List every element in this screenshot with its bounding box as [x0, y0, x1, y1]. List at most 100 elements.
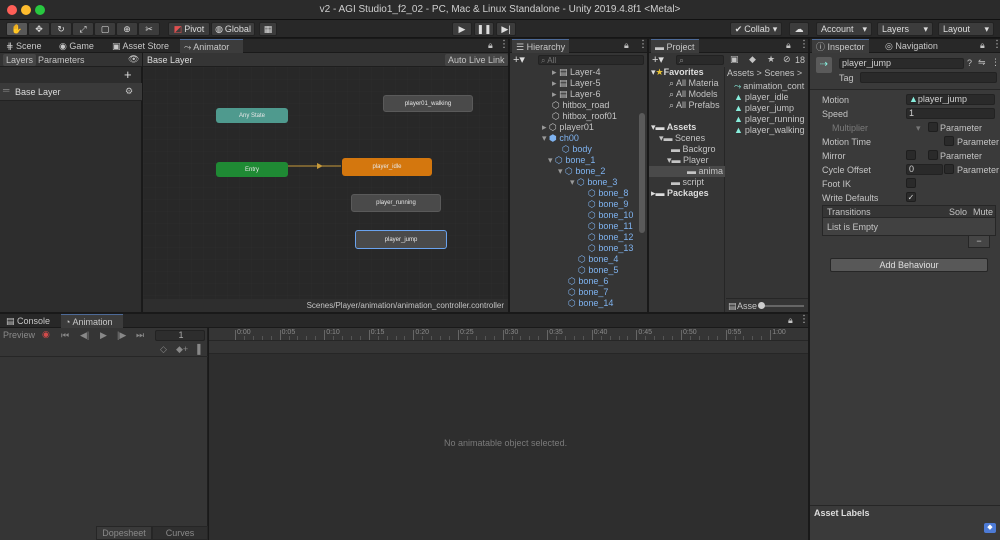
tag-field[interactable] [860, 72, 997, 83]
hierarchy-item[interactable]: ▸ ▤ Layer-4 [552, 67, 601, 78]
tab-game[interactable]: ◉ Game [55, 39, 98, 53]
project-file[interactable]: ▲ player_idle [734, 92, 788, 103]
write-defaults-checkbox[interactable]: ✓ [906, 192, 916, 202]
player-folder[interactable]: ▾▬ Player [667, 155, 709, 166]
rotate-tool-button[interactable]: ↻ [50, 22, 72, 36]
hierarchy-item[interactable]: ▾ ⬢ ch00 [542, 133, 579, 144]
assets-node[interactable]: ▾▬ Assets [651, 122, 696, 133]
more-menu-icon[interactable]: ⋮ [499, 39, 509, 50]
hierarchy-item[interactable]: ▾ ⬡ bone_2 [558, 166, 605, 177]
tab-scene[interactable]: ⋕ Scene [2, 39, 46, 53]
speed-field[interactable]: 1 [906, 108, 995, 119]
project-file[interactable]: ▲ player_running [734, 114, 804, 125]
favorite-item[interactable]: ⌕ All Materia [669, 78, 719, 89]
hierarchy-search-input[interactable]: ⌕ All [538, 55, 644, 65]
layout-dropdown[interactable]: Layout ▾ [938, 22, 994, 36]
hierarchy-item[interactable]: ⬡ bone_11 [588, 221, 633, 232]
prev-key-button[interactable]: ◀| [80, 330, 89, 341]
breadcrumb-assets[interactable]: Assets [727, 68, 754, 78]
tab-navigation[interactable]: ◎ Navigation [881, 39, 942, 53]
expand-arrow-icon[interactable]: ▸ [542, 122, 549, 132]
tab-asset-store[interactable]: ▣ Asset Store [108, 39, 173, 53]
add-behaviour-button[interactable]: Add Behaviour [830, 258, 988, 272]
cloud-button[interactable]: ☁ [789, 22, 809, 36]
record-button[interactable]: ◉ [42, 329, 50, 340]
event-marker-button[interactable]: ▐ [194, 344, 200, 354]
tab-parameters[interactable]: Parameters [38, 55, 85, 65]
tab-animator[interactable]: ⤳ Animator [180, 39, 243, 53]
hierarchy-scrollbar[interactable] [639, 113, 645, 233]
create-button[interactable]: +▾ [513, 53, 525, 66]
hand-tool-button[interactable]: ✋ [6, 22, 28, 36]
settings-icon[interactable]: ⇋ [978, 57, 986, 68]
more-menu-icon[interactable]: ⋮ [638, 39, 648, 50]
account-dropdown[interactable]: Account ▾ [816, 22, 872, 36]
more-menu-icon[interactable]: ⋮ [799, 314, 809, 325]
mirror-checkbox[interactable] [906, 150, 916, 160]
expand-arrow-icon[interactable]: ▸ [552, 67, 559, 77]
hierarchy-item[interactable]: ▸ ▤ Layer-6 [552, 89, 601, 100]
lock-icon[interactable]: 🔒︎ [786, 40, 791, 51]
scenes-folder[interactable]: ▾▬ Scenes [659, 133, 705, 144]
layers-dropdown[interactable]: Layers ▾ [877, 22, 933, 36]
expand-arrow-icon[interactable]: ▸ [552, 89, 559, 99]
icon-size-slider[interactable] [759, 305, 804, 307]
global-toggle[interactable]: ◍ Global [211, 22, 255, 36]
hierarchy-item[interactable]: ⬡ bone_12 [588, 232, 633, 243]
hierarchy-item[interactable]: ▾ ⬡ bone_3 [570, 177, 617, 188]
favorite-item[interactable]: ⌕ All Prefabs [669, 100, 720, 111]
hierarchy-item[interactable]: ⬡ bone_9 [588, 199, 628, 210]
expand-arrow-icon[interactable]: ▾ [558, 166, 565, 176]
tab-animation[interactable]: ◔ Animation [61, 314, 123, 328]
frame-field[interactable]: 1 [155, 330, 205, 341]
multiplier-parameter-checkbox[interactable] [928, 122, 938, 132]
animation-timeline[interactable]: 0:00 0:05 0:10 0:15 0:20 0:25 0:30 0:35 0:40 0:45… [209, 328, 808, 540]
cycle-offset-field[interactable]: 0 [906, 164, 943, 175]
tab-project[interactable]: ▬ Project [651, 39, 699, 53]
state-player-idle[interactable]: player_idle [342, 158, 432, 176]
expand-arrow-icon[interactable]: ▸ [552, 78, 559, 88]
first-key-button[interactable]: ⏮ [61, 330, 69, 341]
hierarchy-item[interactable]: ⬡ bone_4 [578, 254, 618, 265]
add-event-button[interactable]: ◆+ [176, 344, 188, 355]
foot-ik-checkbox[interactable] [906, 178, 916, 188]
hierarchy-item[interactable]: ▸ ⬡ player01 [542, 122, 594, 133]
custom-tool-button[interactable]: ✂ [138, 22, 160, 36]
favorites-node[interactable]: ▾★Favorites [651, 67, 704, 78]
pivot-toggle[interactable]: ◩ Pivot [168, 22, 210, 36]
transform-tool-button[interactable]: ⊕ [116, 22, 138, 36]
project-file[interactable]: ▲ player_walking [734, 125, 804, 136]
breadcrumb[interactable]: Base Layer [147, 55, 193, 65]
animator-graph[interactable]: Base Layer Auto Live Link Any State play… [143, 53, 508, 312]
cycle-offset-parameter-checkbox[interactable] [944, 164, 954, 174]
help-icon[interactable]: ? [967, 58, 972, 68]
hierarchy-item[interactable]: ⬡ bone_5 [578, 265, 618, 276]
project-file[interactable]: ▲ player_jump [734, 103, 794, 114]
tab-inspector[interactable]: ⓘ Inspector [812, 39, 869, 53]
state-player-jump[interactable]: player_jump [355, 230, 447, 249]
snap-button[interactable]: ▦ [259, 22, 277, 36]
hierarchy-item[interactable]: ⬡ bone_14 [568, 298, 613, 309]
remove-transition-button[interactable]: − [968, 236, 990, 248]
tab-layers[interactable]: Layers [3, 54, 37, 66]
hierarchy-item[interactable]: ⬡ bone_8 [588, 188, 628, 199]
dopesheet-tab[interactable]: Dopesheet [96, 526, 152, 540]
hierarchy-item[interactable]: ⬡ bone_7 [568, 287, 608, 298]
expand-arrow-icon[interactable]: ▾ [570, 177, 577, 187]
eye-icon[interactable]: 👁︎ [128, 54, 139, 65]
pause-button[interactable]: ❚❚ [474, 22, 494, 36]
collab-dropdown[interactable]: ✔ Collab ▾ [730, 22, 782, 36]
hierarchy-item[interactable]: ⬡ bone_6 [568, 276, 608, 287]
motion-field[interactable]: ▲player_jump [906, 94, 995, 105]
drag-handle-icon[interactable]: ═ [3, 85, 9, 95]
hierarchy-item[interactable]: ⬡ bone_10 [588, 210, 633, 221]
layer-row[interactable]: ═ Base Layer ⚙ [0, 83, 142, 101]
preview-label[interactable]: Preview [3, 330, 35, 340]
last-key-button[interactable]: ⏭ [136, 330, 144, 341]
curves-tab[interactable]: Curves [152, 526, 208, 540]
hierarchy-item[interactable]: ▸ ▤ Layer-5 [552, 78, 601, 89]
scale-tool-button[interactable]: ⤢ [72, 22, 94, 36]
lock-icon[interactable]: 🔒︎ [788, 315, 793, 326]
tab-hierarchy[interactable]: ☰ Hierarchy [512, 39, 570, 53]
tab-console[interactable]: ▤ Console [2, 314, 54, 328]
